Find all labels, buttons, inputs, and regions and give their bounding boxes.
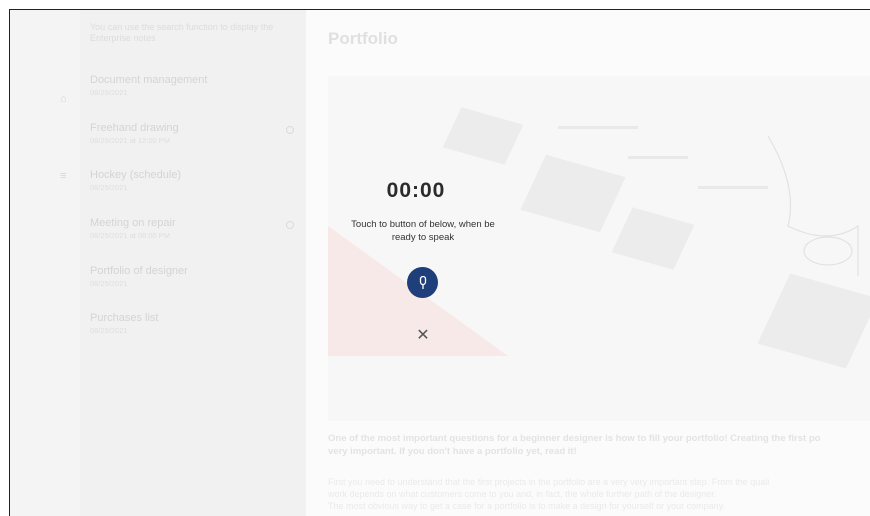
app-window: ⌂ ≡ You can use the search function to d… bbox=[9, 9, 870, 516]
list-item[interactable]: Freehand drawing 08/25/2021 at 12:00 PM bbox=[90, 122, 300, 145]
hero-image bbox=[328, 76, 870, 421]
close-icon: ✕ bbox=[416, 327, 430, 344]
list-item[interactable]: Document management 08/25/2021 bbox=[90, 74, 300, 97]
note-date: 08/25/2021 bbox=[90, 326, 128, 335]
body-paragraph: First you need to understand that the fi… bbox=[328, 476, 870, 512]
note-date: 08/25/2021 bbox=[90, 279, 128, 288]
body-line: The most obvious way to get a case for a… bbox=[328, 501, 726, 511]
body-line: First you need to understand that the fi… bbox=[328, 477, 770, 487]
note-title: Document management bbox=[90, 74, 208, 86]
list-item[interactable]: Meeting on repair 08/25/2021 at 08:00 PM bbox=[90, 217, 300, 240]
recording-timer: 00:00 bbox=[386, 179, 446, 202]
record-button[interactable] bbox=[407, 267, 438, 298]
page-title: Portfolio bbox=[328, 29, 398, 48]
intro-line: One of the most important questions for … bbox=[328, 433, 821, 444]
reminder-icon bbox=[286, 221, 294, 229]
note-date: 08/25/2021 bbox=[90, 183, 128, 192]
note-content: Portfolio One of the most important ques… bbox=[306, 10, 870, 516]
note-title: Purchases list bbox=[90, 312, 159, 324]
notes-list: You can use the search function to displ… bbox=[80, 10, 306, 516]
close-button[interactable]: ✕ bbox=[413, 326, 433, 346]
search-hint: You can use the search function to displ… bbox=[90, 22, 274, 43]
notes-icon[interactable]: ≡ bbox=[60, 170, 66, 182]
note-date: 08/25/2021 at 08:00 PM bbox=[90, 231, 171, 240]
intro-line: very important. If you don't have a port… bbox=[328, 446, 577, 457]
list-item[interactable]: Purchases list 08/25/2021 bbox=[90, 312, 300, 335]
home-icon[interactable]: ⌂ bbox=[60, 93, 67, 105]
left-rail: ⌂ ≡ bbox=[10, 10, 80, 516]
note-title: Portfolio of designer bbox=[90, 265, 188, 277]
note-title: Hockey (schedule) bbox=[90, 169, 182, 181]
note-date: 08/25/2021 at 12:00 PM bbox=[90, 136, 171, 145]
speak-prompt: Touch to button of below, when be ready … bbox=[351, 219, 495, 243]
note-title: Freehand drawing bbox=[90, 122, 179, 134]
microphone-icon bbox=[419, 275, 426, 289]
body-line: work depends on what customers come to y… bbox=[328, 489, 717, 499]
intro-paragraph: One of the most important questions for … bbox=[328, 432, 870, 458]
note-title: Meeting on repair bbox=[90, 217, 176, 229]
note-date: 08/25/2021 bbox=[90, 88, 128, 97]
list-item[interactable]: Portfolio of designer 08/25/2021 bbox=[90, 265, 300, 288]
list-item[interactable]: Hockey (schedule) 08/25/2021 bbox=[90, 169, 300, 192]
sketch-lines bbox=[767, 135, 859, 276]
reminder-icon bbox=[286, 126, 294, 134]
